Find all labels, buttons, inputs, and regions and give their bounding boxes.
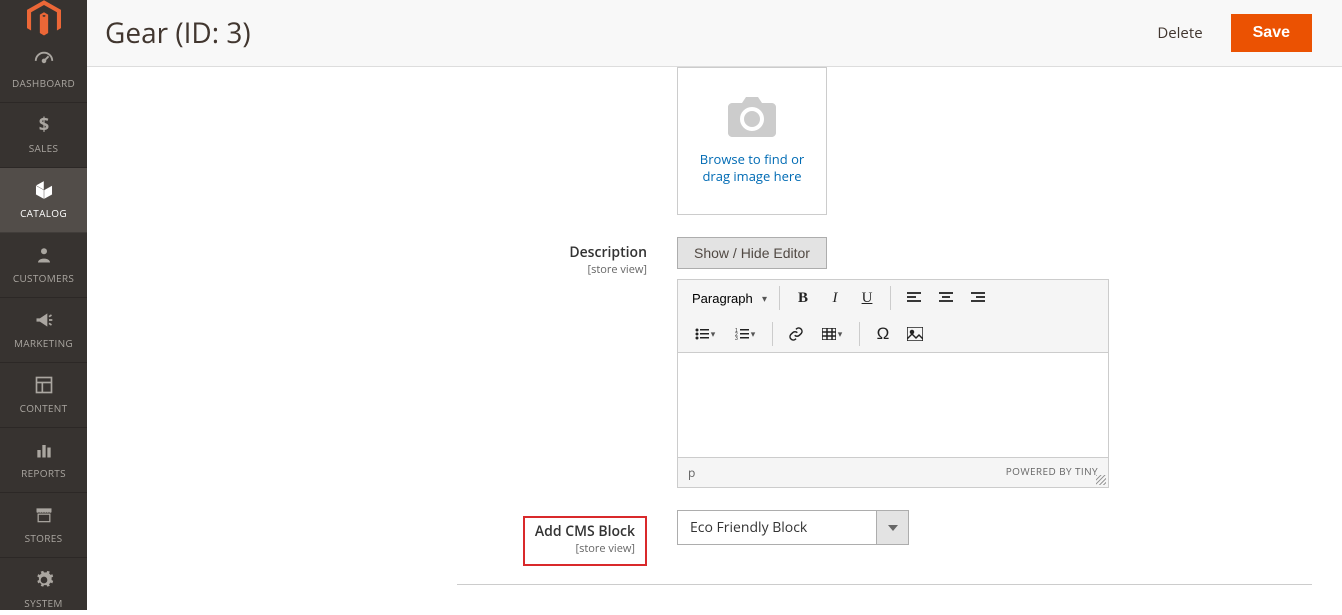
link-button[interactable] [781, 320, 811, 348]
main-content: Gear (ID: 3) Delete Save Browse to find … [87, 0, 1342, 615]
category-image-upload[interactable]: Browse to find or drag image here [677, 67, 827, 215]
browse-link[interactable]: Browse to find or drag image here [688, 151, 816, 185]
editor-path: p [688, 464, 695, 481]
sidebar-item-system[interactable]: System [0, 558, 87, 615]
bullet-list-button[interactable] [686, 320, 724, 348]
sidebar-item-stores[interactable]: Stores [0, 493, 87, 558]
editor-toolbar: Paragraph B I U 123 [678, 280, 1108, 353]
sidebar-label: System [24, 596, 62, 610]
form-content: Browse to find or drag image here Descri… [87, 67, 1342, 615]
underline-button[interactable]: U [852, 284, 882, 312]
page-header: Gear (ID: 3) Delete Save [87, 0, 1342, 67]
sidebar-label: Stores [25, 531, 63, 545]
admin-sidebar: Dashboard $ Sales Catalog Customers Mark… [0, 0, 87, 610]
format-select[interactable]: Paragraph [686, 287, 771, 310]
sidebar-item-customers[interactable]: Customers [0, 233, 87, 298]
sidebar-label: Catalog [20, 206, 67, 220]
cms-block-label-highlight: Add CMS Block [store view] [523, 516, 647, 566]
sidebar-item-content[interactable]: Content [0, 363, 87, 428]
cms-block-value[interactable]: Eco Friendly Block [677, 510, 877, 545]
align-right-button[interactable] [963, 284, 993, 312]
bold-button[interactable]: B [788, 284, 818, 312]
toggle-editor-button[interactable]: Show / Hide Editor [677, 237, 827, 269]
dollar-icon: $ [34, 113, 54, 137]
sidebar-item-marketing[interactable]: Marketing [0, 298, 87, 363]
cms-block-label: Add CMS Block [535, 522, 635, 541]
special-char-button[interactable]: Ω [868, 320, 898, 348]
page-title: Gear (ID: 3) [105, 14, 251, 52]
sidebar-item-dashboard[interactable]: Dashboard [0, 38, 87, 103]
sidebar-item-catalog[interactable]: Catalog [0, 168, 87, 233]
gear-icon [34, 568, 54, 592]
gauge-icon [33, 48, 55, 72]
sidebar-label: Sales [29, 141, 59, 155]
sidebar-label: Dashboard [12, 76, 75, 90]
header-actions: Delete Save [1157, 14, 1312, 52]
storefront-icon [33, 503, 55, 527]
sidebar-label: Reports [21, 466, 66, 480]
chevron-down-icon[interactable] [877, 510, 909, 545]
wysiwyg-editor: Paragraph B I U 123 [677, 279, 1109, 488]
editor-statusbar: p POWERED BY TINY [678, 457, 1108, 487]
table-button[interactable] [813, 320, 851, 348]
layout-icon [34, 373, 54, 397]
delete-button[interactable]: Delete [1157, 23, 1202, 43]
person-icon [35, 243, 53, 267]
align-left-button[interactable] [899, 284, 929, 312]
megaphone-icon [33, 308, 55, 332]
sidebar-item-sales[interactable]: $ Sales [0, 103, 87, 168]
magento-logo[interactable] [0, 0, 87, 38]
sidebar-label: Customers [13, 271, 74, 285]
bars-icon [34, 438, 54, 462]
sidebar-label: Content [20, 401, 68, 415]
sidebar-label: Marketing [14, 336, 73, 350]
image-button[interactable] [900, 320, 930, 348]
svg-text:$: $ [38, 114, 48, 136]
resize-grip-icon[interactable] [1096, 475, 1106, 485]
description-label: Description [569, 243, 647, 262]
italic-button[interactable]: I [820, 284, 850, 312]
cms-block-select[interactable]: Eco Friendly Block [677, 510, 909, 545]
cube-icon [33, 178, 55, 202]
description-scope: [store view] [117, 262, 647, 277]
sidebar-item-reports[interactable]: Reports [0, 428, 87, 493]
editor-branding: POWERED BY TINY [1006, 464, 1098, 481]
numbered-list-button[interactable]: 123 [726, 320, 764, 348]
svg-text:3: 3 [735, 336, 738, 340]
camera-icon [727, 97, 777, 137]
editor-content-area[interactable] [678, 353, 1108, 457]
save-button[interactable]: Save [1231, 14, 1312, 52]
cms-block-scope: [store view] [535, 541, 635, 556]
align-center-button[interactable] [931, 284, 961, 312]
